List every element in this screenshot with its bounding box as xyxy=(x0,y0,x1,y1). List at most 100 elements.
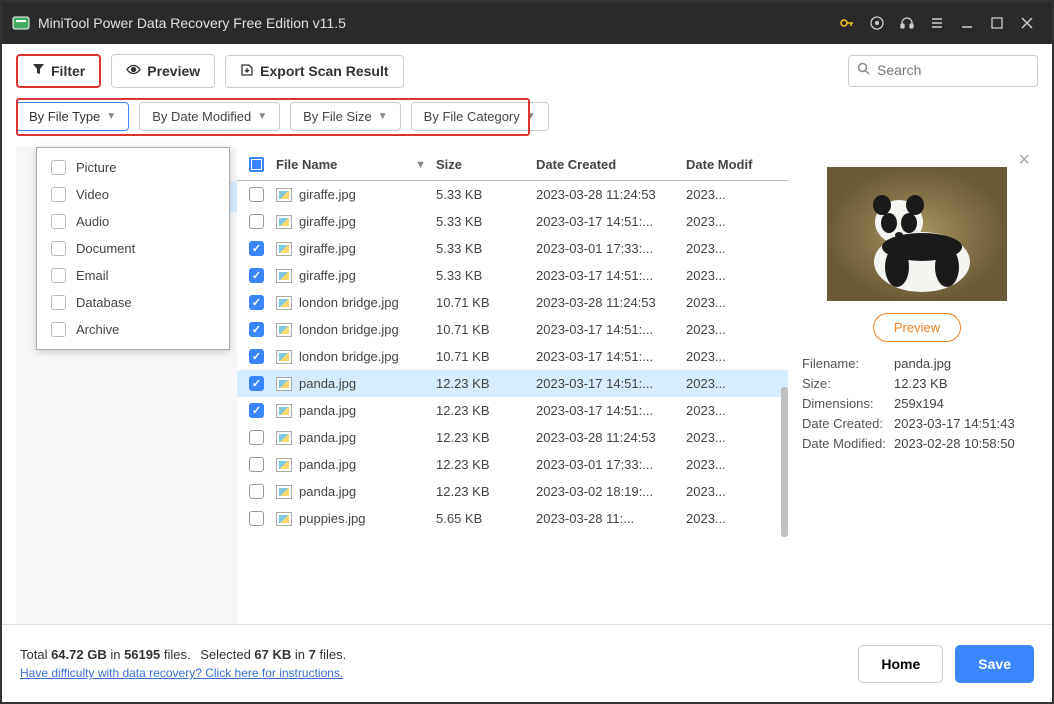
checkbox[interactable] xyxy=(51,322,66,337)
image-file-icon xyxy=(276,431,292,445)
export-button[interactable]: Export Scan Result xyxy=(225,55,403,88)
table-row[interactable]: giraffe.jpg5.33 KB2023-03-17 14:51:...20… xyxy=(237,262,788,289)
table-row[interactable]: giraffe.jpg5.33 KB2023-03-17 14:51:...20… xyxy=(237,208,788,235)
table-header: File Name▼ Size Date Created Date Modif xyxy=(237,147,788,181)
table-row[interactable]: puppies.jpg5.65 KB2023-03-28 11:...2023.… xyxy=(237,505,788,532)
file-modified: 2023... xyxy=(686,403,746,418)
key-icon[interactable] xyxy=(832,8,862,38)
col-size[interactable]: Size xyxy=(436,157,536,172)
row-checkbox[interactable] xyxy=(249,214,264,229)
checkbox[interactable] xyxy=(51,268,66,283)
menu-icon[interactable] xyxy=(922,8,952,38)
file-modified: 2023... xyxy=(686,457,746,472)
checkbox[interactable] xyxy=(51,295,66,310)
file-size: 12.23 KB xyxy=(436,457,536,472)
file-size: 12.23 KB xyxy=(436,403,536,418)
file-created: 2023-03-17 14:51:... xyxy=(536,403,686,418)
table-row[interactable]: panda.jpg12.23 KB2023-03-28 11:24:532023… xyxy=(237,424,788,451)
meta-filename-label: Filename: xyxy=(802,356,894,371)
dropdown-label: Picture xyxy=(76,160,116,175)
dropdown-item-audio[interactable]: Audio xyxy=(37,208,229,235)
file-created: 2023-03-28 11:... xyxy=(536,511,686,526)
dropdown-item-video[interactable]: Video xyxy=(37,181,229,208)
chevron-down-icon: ▼ xyxy=(378,111,388,122)
file-modified: 2023... xyxy=(686,430,746,445)
row-checkbox[interactable] xyxy=(249,295,264,310)
table-body: giraffe.jpg5.33 KB2023-03-28 11:24:53202… xyxy=(237,181,788,621)
dropdown-label: Database xyxy=(76,295,132,310)
file-size: 5.33 KB xyxy=(436,214,536,229)
file-created: 2023-03-17 14:51:... xyxy=(536,322,686,337)
row-checkbox[interactable] xyxy=(249,376,264,391)
filter-by-size[interactable]: By File Size▼ xyxy=(290,102,401,131)
dropdown-item-archive[interactable]: Archive xyxy=(37,316,229,343)
file-created: 2023-03-28 11:24:53 xyxy=(536,430,686,445)
table-row[interactable]: giraffe.jpg5.33 KB2023-03-28 11:24:53202… xyxy=(237,181,788,208)
col-modified[interactable]: Date Modif xyxy=(686,157,776,172)
dropdown-item-document[interactable]: Document xyxy=(37,235,229,262)
preview-open-button[interactable]: Preview xyxy=(873,313,961,342)
row-checkbox[interactable] xyxy=(249,484,264,499)
table-row[interactable]: giraffe.jpg5.33 KB2023-03-01 17:33:...20… xyxy=(237,235,788,262)
filter-by-date[interactable]: By Date Modified▼ xyxy=(139,102,280,131)
search-input[interactable] xyxy=(877,62,1027,78)
chevron-down-icon: ▼ xyxy=(526,111,536,122)
title-bar: MiniTool Power Data Recovery Free Editio… xyxy=(2,2,1052,44)
row-checkbox[interactable] xyxy=(249,430,264,445)
filter-label: Filter xyxy=(51,63,85,79)
table-row[interactable]: panda.jpg12.23 KB2023-03-02 18:19:...202… xyxy=(237,478,788,505)
row-checkbox[interactable] xyxy=(249,187,264,202)
table-row[interactable]: london bridge.jpg10.71 KB2023-03-28 11:2… xyxy=(237,289,788,316)
row-checkbox[interactable] xyxy=(249,511,264,526)
row-checkbox[interactable] xyxy=(249,322,264,337)
disc-icon[interactable] xyxy=(862,8,892,38)
table-row[interactable]: panda.jpg12.23 KB2023-03-17 14:51:...202… xyxy=(237,370,788,397)
close-preview-icon[interactable]: × xyxy=(1018,149,1030,172)
filter-button[interactable]: Filter xyxy=(16,54,101,88)
file-name: london bridge.jpg xyxy=(299,349,399,364)
dropdown-item-picture[interactable]: Picture xyxy=(37,154,229,181)
table-row[interactable]: london bridge.jpg10.71 KB2023-03-17 14:5… xyxy=(237,316,788,343)
table-row[interactable]: london bridge.jpg10.71 KB2023-03-17 14:5… xyxy=(237,343,788,370)
header-checkbox[interactable] xyxy=(249,157,264,172)
scrollbar-thumb[interactable] xyxy=(781,387,788,537)
image-file-icon xyxy=(276,377,292,391)
maximize-icon[interactable] xyxy=(982,8,1012,38)
checkbox[interactable] xyxy=(51,214,66,229)
file-modified: 2023... xyxy=(686,214,746,229)
row-checkbox[interactable] xyxy=(249,457,264,472)
footer-bar: Total 64.72 GB in 56195 files. Selected … xyxy=(2,624,1052,702)
col-name[interactable]: File Name xyxy=(276,157,337,172)
row-checkbox[interactable] xyxy=(249,403,264,418)
file-name: panda.jpg xyxy=(299,403,356,418)
checkbox[interactable] xyxy=(51,241,66,256)
row-checkbox[interactable] xyxy=(249,268,264,283)
dropdown-item-database[interactable]: Database xyxy=(37,289,229,316)
col-created[interactable]: Date Created xyxy=(536,157,686,172)
main-toolbar: Filter Preview Export Scan Result xyxy=(2,44,1052,96)
row-checkbox[interactable] xyxy=(249,241,264,256)
row-checkbox[interactable] xyxy=(249,349,264,364)
filter-by-category[interactable]: By File Category▼ xyxy=(411,102,549,131)
table-row[interactable]: panda.jpg 12.23 KB2023-03-17 14:51:...202… xyxy=(237,397,788,424)
dropdown-item-email[interactable]: Email xyxy=(37,262,229,289)
minimize-icon[interactable] xyxy=(952,8,982,38)
checkbox[interactable] xyxy=(51,160,66,175)
checkbox[interactable] xyxy=(51,187,66,202)
file-type-dropdown: Picture VideoAudioDocumentEmail Database Ar… xyxy=(36,147,230,350)
file-modified: 2023... xyxy=(686,268,746,283)
file-size: 5.33 KB xyxy=(436,241,536,256)
save-button[interactable]: Save xyxy=(955,645,1034,683)
filter-by-type[interactable]: By File Type▼ xyxy=(16,102,129,131)
headphones-icon[interactable] xyxy=(892,8,922,38)
close-icon[interactable] xyxy=(1012,8,1042,38)
file-created: 2023-03-17 14:51:... xyxy=(536,214,686,229)
app-logo-icon xyxy=(12,14,30,32)
help-link[interactable]: Have difficulty with data recovery? Clic… xyxy=(20,666,346,680)
image-file-icon xyxy=(276,242,292,256)
preview-button[interactable]: Preview xyxy=(111,54,215,88)
table-row[interactable]: panda.jpg12.23 KB2023-03-01 17:33:...202… xyxy=(237,451,788,478)
file-table-area: File Name▼ Size Date Created Date Modif … xyxy=(237,147,1038,632)
file-created: 2023-03-17 14:51:... xyxy=(536,376,686,391)
home-button[interactable]: Home xyxy=(858,645,943,683)
